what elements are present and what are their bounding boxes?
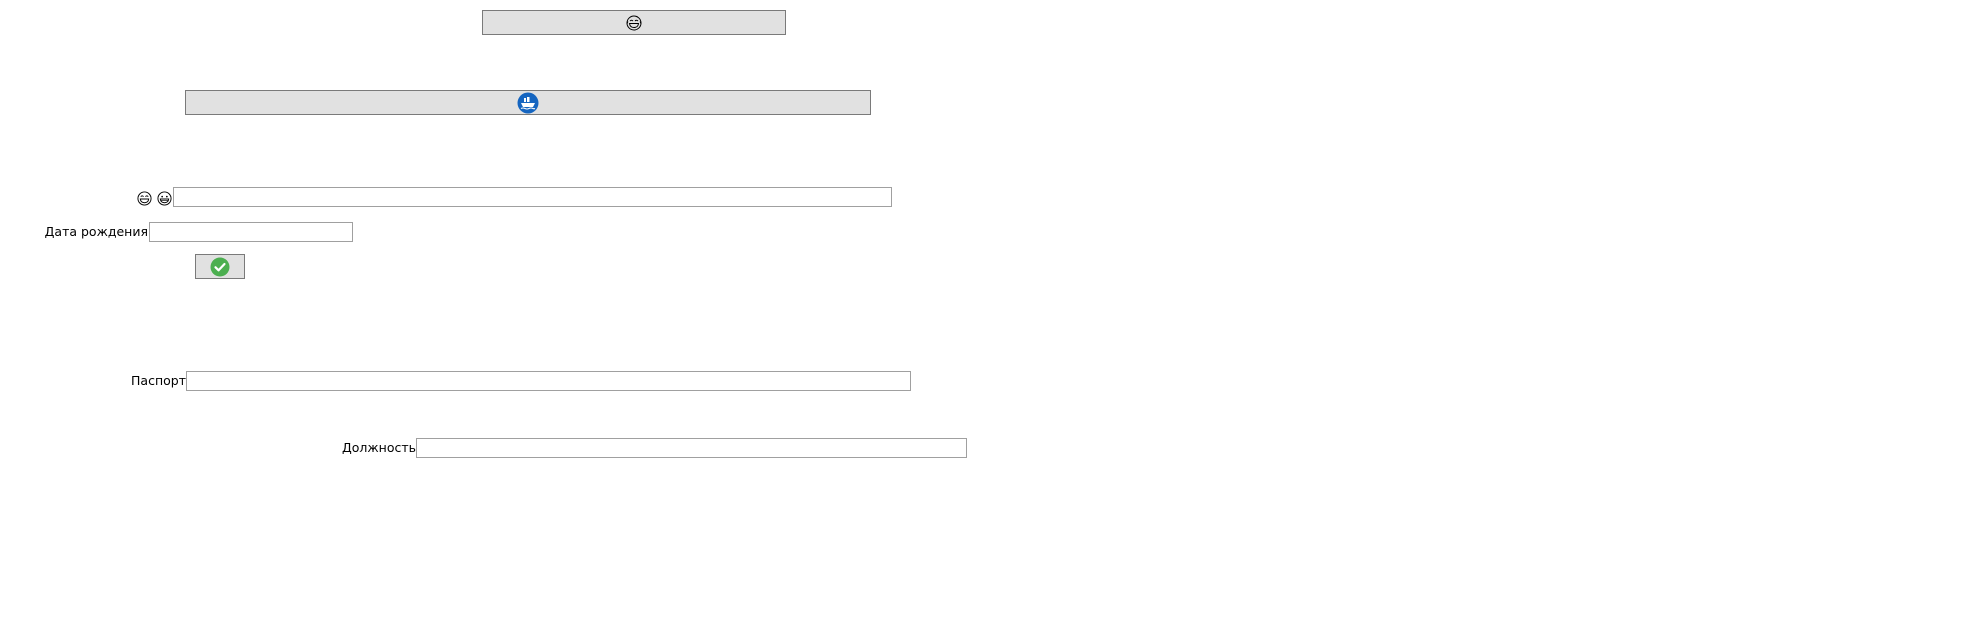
confirm-button[interactable] xyxy=(195,254,245,279)
name-input[interactable] xyxy=(173,187,892,207)
ship-button[interactable] xyxy=(185,90,871,115)
passport-input[interactable] xyxy=(186,371,911,391)
top-emoji-button[interactable] xyxy=(482,10,786,35)
ship-icon xyxy=(517,92,539,113)
position-label: Должность xyxy=(341,440,416,455)
laughing-face-icon xyxy=(137,191,152,206)
checkmark-icon xyxy=(210,257,230,276)
laughing-face-icon xyxy=(626,15,642,30)
grinning-face-icon xyxy=(157,191,172,206)
birth-date-label: Дата рождения xyxy=(44,224,148,239)
passport-label: Паспорт xyxy=(131,373,186,388)
birth-date-input[interactable] xyxy=(149,222,353,242)
position-input[interactable] xyxy=(416,438,967,458)
